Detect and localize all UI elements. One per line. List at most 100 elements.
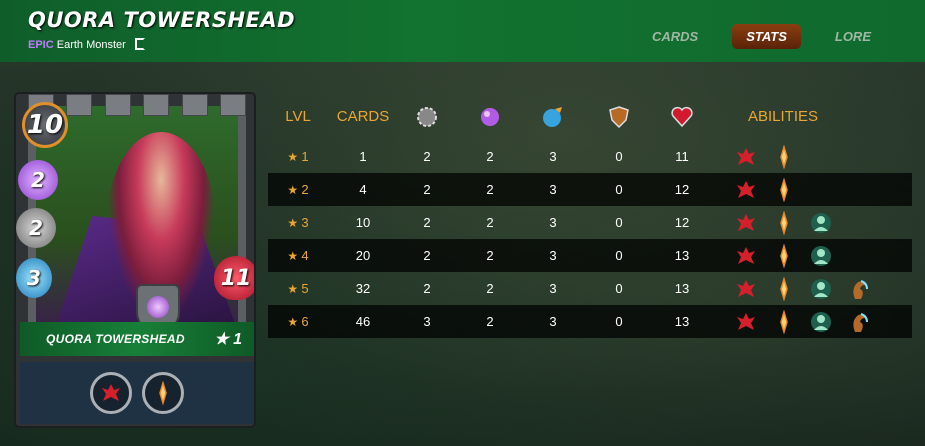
star-icon: ★: [287, 315, 302, 329]
row-cards: 46: [355, 314, 371, 329]
row-health: 12: [674, 215, 690, 230]
star-icon: ★: [287, 282, 302, 296]
row-level-value: 6: [301, 314, 309, 329]
divine-shield-icon[interactable]: [772, 276, 796, 302]
row-health: 13: [674, 248, 690, 263]
row-level-value: 1: [301, 149, 309, 164]
stats-table: LVL CARDS ABILITIES ★ 1 1 2 2 3 0 11 ★ 2 4 2 2 3 0 12…: [268, 100, 912, 338]
table-row: ★ 3 10 2 2 3 0 12: [268, 206, 912, 239]
row-melee: 2: [423, 182, 431, 197]
row-speed: 3: [549, 314, 557, 329]
tab-bar: CARDS STATS LORE: [618, 24, 885, 49]
header-abilities: ABILITIES: [747, 108, 819, 125]
melee-attack-badge: 2: [16, 208, 56, 248]
armor-icon: [609, 106, 629, 129]
table-row: ★ 6 46 3 2 3 0 13: [268, 305, 912, 338]
card-ability-bar: [20, 362, 254, 424]
melee-attack-icon: [417, 107, 437, 127]
row-health: 13: [674, 314, 690, 329]
row-level: ★ 2: [287, 182, 308, 197]
card-name-bar: QUORA TOWERSHEAD ★ 1: [20, 322, 254, 356]
enrage-icon[interactable]: [734, 145, 758, 169]
row-magic: 2: [486, 215, 494, 230]
row-cards: 32: [355, 281, 371, 296]
row-armor: 0: [615, 314, 623, 329]
card-level: ★ 1: [214, 331, 242, 348]
health-badge: 11: [214, 256, 254, 300]
inspire-icon[interactable]: [809, 310, 833, 334]
health-icon: [671, 106, 693, 128]
divine-shield-icon[interactable]: [142, 372, 184, 414]
row-speed: 3: [549, 281, 557, 296]
divine-shield-icon[interactable]: [772, 177, 796, 203]
enrage-icon[interactable]: [90, 372, 132, 414]
row-speed: 3: [549, 215, 557, 230]
table-row: ★ 5 32 2 2 3 0 13: [268, 272, 912, 305]
inspire-icon[interactable]: [809, 277, 833, 301]
strengthen-icon[interactable]: [847, 277, 871, 301]
row-melee: 2: [423, 248, 431, 263]
row-magic: 2: [486, 182, 494, 197]
table-row: ★ 1 1 2 2 3 0 11: [268, 140, 912, 173]
enrage-icon[interactable]: [734, 310, 758, 334]
enrage-icon[interactable]: [734, 178, 758, 202]
inspire-icon[interactable]: [809, 244, 833, 268]
monster-card: 10 2 2 3 11 QUORA TOWERSHEAD ★ 1: [14, 92, 256, 428]
row-melee: 2: [423, 281, 431, 296]
enrage-icon[interactable]: [734, 244, 758, 268]
row-armor: 0: [615, 182, 623, 197]
mana-cost-badge: 10: [22, 102, 68, 148]
table-header: LVL CARDS ABILITIES: [268, 100, 912, 140]
divine-shield-icon[interactable]: [772, 144, 796, 170]
row-armor: 0: [615, 248, 623, 263]
tab-lore[interactable]: LORE: [821, 24, 885, 49]
divine-shield-icon[interactable]: [772, 210, 796, 236]
type-label: Earth Monster: [56, 39, 126, 51]
row-level-value: 3: [301, 215, 309, 230]
row-magic: 2: [486, 149, 494, 164]
row-armor: 0: [615, 281, 623, 296]
row-level-value: 2: [301, 182, 309, 197]
row-level: ★ 1: [287, 149, 308, 164]
magic-attack-icon: [481, 108, 499, 126]
divine-shield-icon[interactable]: [772, 243, 796, 269]
row-melee: 3: [423, 314, 431, 329]
header-bar: QUORA TOWERSHEAD EPIC Earth Monster CARD…: [0, 0, 925, 62]
page-title: QUORA TOWERSHEAD: [28, 8, 296, 32]
rarity-label: EPIC: [28, 39, 54, 51]
row-cards: 1: [359, 149, 367, 164]
row-magic: 2: [486, 281, 494, 296]
magic-attack-badge: 2: [18, 160, 58, 200]
enrage-icon[interactable]: [734, 277, 758, 301]
divine-shield-icon[interactable]: [772, 309, 796, 335]
row-speed: 3: [549, 248, 557, 263]
row-level-value: 4: [301, 248, 309, 263]
row-level-value: 5: [301, 281, 309, 296]
speed-badge: 3: [16, 258, 52, 298]
header-lvl: LVL: [285, 108, 311, 125]
row-melee: 2: [423, 215, 431, 230]
row-magic: 2: [486, 248, 494, 263]
star-icon: ★: [287, 216, 302, 230]
row-level: ★ 3: [287, 215, 308, 230]
star-icon: ★: [287, 183, 302, 197]
row-armor: 0: [615, 149, 623, 164]
table-row: ★ 2 4 2 2 3 0 12: [268, 173, 912, 206]
speed-icon: [543, 107, 562, 127]
inspire-icon[interactable]: [809, 211, 833, 235]
enrage-icon[interactable]: [734, 211, 758, 235]
tab-cards[interactable]: CARDS: [638, 24, 712, 49]
row-health: 11: [675, 149, 689, 164]
header-cards: CARDS: [336, 108, 390, 125]
row-cards: 10: [355, 215, 371, 230]
row-level: ★ 6: [287, 314, 308, 329]
tab-stats[interactable]: STATS: [732, 24, 801, 49]
star-icon: ★: [287, 150, 302, 164]
row-health: 12: [674, 182, 690, 197]
row-speed: 3: [549, 149, 557, 164]
strengthen-icon[interactable]: [847, 310, 871, 334]
star-icon: ★: [287, 249, 302, 263]
row-level: ★ 4: [287, 248, 308, 263]
row-health: 13: [674, 281, 690, 296]
row-magic: 2: [486, 314, 494, 329]
